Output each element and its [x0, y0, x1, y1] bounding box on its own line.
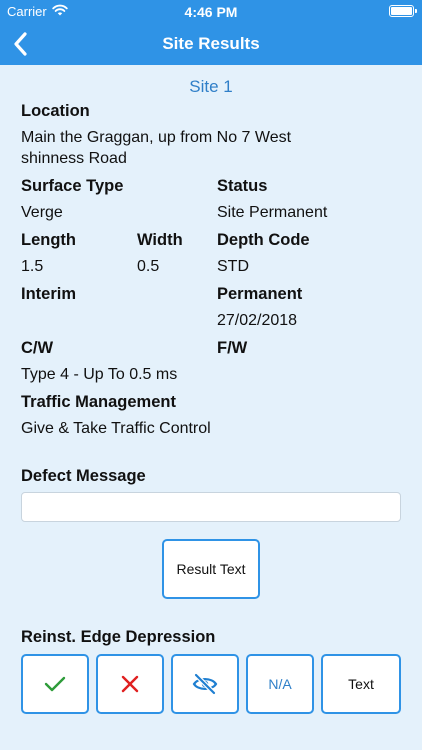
- status-label: Status: [217, 177, 268, 195]
- battery-icon: [389, 5, 417, 17]
- pass-button[interactable]: [21, 654, 89, 714]
- defect-message-input[interactable]: [21, 492, 401, 522]
- na-button[interactable]: N/A: [246, 654, 314, 714]
- surface-type-value: Verge: [21, 204, 63, 221]
- fail-button[interactable]: [96, 654, 164, 714]
- width-value: 0.5: [137, 258, 160, 275]
- interim-label: Interim: [21, 285, 77, 303]
- fw-label: F/W: [217, 339, 248, 357]
- result-text-button[interactable]: Result Text: [162, 539, 260, 599]
- location-label: Location: [21, 102, 90, 120]
- site-heading: Site 1: [189, 77, 233, 96]
- length-value: 1.5: [21, 258, 44, 275]
- cross-icon: [121, 675, 139, 693]
- text-button[interactable]: Text: [321, 654, 401, 714]
- status-bar: Carrier 4:46 PM: [0, 0, 422, 22]
- permanent-label: Permanent: [217, 285, 303, 303]
- permanent-value: 27/02/2018: [217, 312, 298, 329]
- page-title: Site Results: [162, 34, 260, 53]
- check-icon: [44, 676, 66, 692]
- reinst-edge-depression-label: Reinst. Edge Depression: [21, 628, 216, 646]
- cw-label: C/W: [21, 339, 54, 357]
- location-value-line2: shinness Road: [21, 150, 127, 167]
- defect-message-label: Defect Message: [21, 467, 146, 485]
- na-button-label: N/A: [268, 676, 292, 692]
- width-label: Width: [137, 231, 183, 249]
- not-visible-button[interactable]: [171, 654, 239, 714]
- navigation-bar: Carrier 4:46 PM Site Results: [0, 0, 422, 65]
- clock: 4:46 PM: [184, 4, 238, 20]
- length-label: Length: [21, 231, 76, 249]
- status-value: Site Permanent: [217, 204, 328, 221]
- cw-value: Type 4 - Up To 0.5 ms: [21, 366, 178, 383]
- text-button-label: Text: [348, 676, 374, 692]
- traffic-management-label: Traffic Management: [21, 393, 176, 411]
- surface-type-label: Surface Type: [21, 177, 124, 195]
- depth-code-label: Depth Code: [217, 231, 310, 249]
- depth-code-value: STD: [217, 258, 249, 275]
- eye-slash-icon: [192, 673, 218, 695]
- traffic-management-value: Give & Take Traffic Control: [21, 420, 211, 437]
- location-value-line1: Main the Graggan, up from No 7 West: [21, 129, 292, 146]
